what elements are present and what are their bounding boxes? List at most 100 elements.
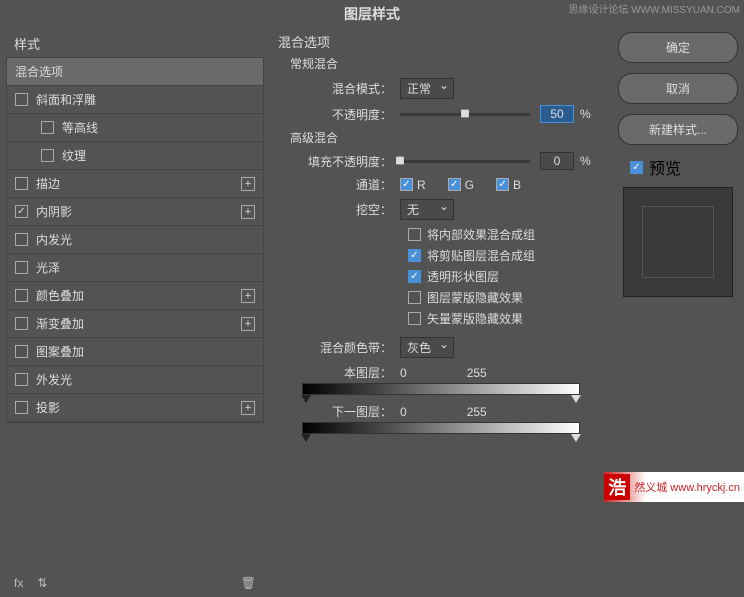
style-checkbox[interactable] [41, 149, 54, 162]
option-label: 图层蒙版隐藏效果 [427, 289, 523, 306]
blend-mode-label: 混合模式： [302, 80, 392, 97]
style-item[interactable]: 图案叠加 [7, 338, 263, 366]
cancel-button[interactable]: 取消 [618, 73, 738, 104]
under-hi: 255 [467, 405, 487, 419]
option-checkbox[interactable] [408, 249, 421, 262]
style-item[interactable]: 光泽 [7, 254, 263, 282]
opacity-thumb[interactable] [457, 105, 473, 121]
option-row: 将剪贴图层混合成组 [408, 247, 604, 264]
channel-g-checkbox[interactable] [448, 178, 461, 191]
this-lo-handle[interactable] [301, 395, 311, 403]
add-effect-icon[interactable]: + [241, 401, 255, 415]
style-item[interactable]: 内阴影 + [7, 198, 263, 226]
preview-row: 预览 [630, 155, 738, 179]
style-checkbox[interactable] [15, 93, 28, 106]
style-checkbox[interactable] [15, 373, 28, 386]
option-row: 透明形状图层 [408, 268, 604, 285]
style-label: 内发光 [36, 231, 72, 248]
style-label: 描边 [36, 175, 60, 192]
adv-blend-title: 高级混合 [290, 129, 604, 146]
add-effect-icon[interactable]: + [241, 177, 255, 191]
buttons-panel: 确定 取消 新建样式... 预览 [618, 30, 738, 597]
new-style-button[interactable]: 新建样式... [618, 114, 738, 145]
style-item[interactable]: 等高线 [7, 114, 263, 142]
style-checkbox[interactable] [15, 317, 28, 330]
section-title: 混合选项 [278, 32, 604, 51]
arrows-icon[interactable]: ⇅ [37, 576, 47, 590]
channel-b-checkbox[interactable] [496, 178, 509, 191]
add-effect-icon[interactable]: + [241, 205, 255, 219]
under-layer-label: 下一图层： [302, 403, 392, 420]
under-layer-row: 下一图层： 0255 [302, 403, 604, 420]
preview-checkbox[interactable] [630, 161, 643, 174]
ok-button[interactable]: 确定 [618, 32, 738, 63]
opacity-slider[interactable] [400, 113, 530, 116]
knockout-row: 挖空： 无 [302, 199, 604, 220]
style-checkbox[interactable] [15, 205, 28, 218]
opacity-label: 不透明度： [302, 106, 392, 123]
option-checkbox[interactable] [408, 228, 421, 241]
channel-g-label: G [465, 178, 474, 192]
opacity-input[interactable]: 50 [540, 105, 574, 123]
options-panel: 混合选项 常规混合 混合模式： 正常 不透明度： 50 % 高级混合 填充不透明… [264, 30, 618, 597]
style-item[interactable]: 外发光 [7, 366, 263, 394]
style-checkbox[interactable] [15, 261, 28, 274]
channels-row: 通道： R G B [302, 176, 604, 193]
this-lo: 0 [400, 366, 407, 380]
style-item[interactable]: 颜色叠加+ [7, 282, 263, 310]
fill-opacity-slider[interactable] [400, 160, 530, 163]
add-effect-icon[interactable]: + [241, 317, 255, 331]
under-layer-gradient[interactable] [302, 422, 580, 434]
option-label: 矢量蒙版隐藏效果 [427, 310, 523, 327]
watermark-top: 思缘设计论坛 WWW.MISSYUAN.COM [568, 1, 740, 16]
fill-opacity-label: 填充不透明度： [302, 153, 392, 170]
option-checkbox[interactable] [408, 270, 421, 283]
style-item[interactable]: 混合选项 [7, 58, 263, 86]
blend-if-label: 混合颜色带： [302, 339, 392, 356]
style-checkbox[interactable] [15, 233, 28, 246]
this-layer-gradient[interactable] [302, 383, 580, 395]
style-item[interactable]: 描边 + [7, 170, 263, 198]
option-checkbox[interactable] [408, 312, 421, 325]
fill-opacity-input[interactable]: 0 [540, 152, 574, 170]
style-checkbox[interactable] [15, 177, 28, 190]
this-hi-handle[interactable] [571, 395, 581, 403]
style-item[interactable]: 渐变叠加+ [7, 310, 263, 338]
blend-mode-row: 混合模式： 正常 [302, 78, 604, 99]
style-checkbox[interactable] [15, 401, 28, 414]
fill-thumb[interactable] [392, 152, 408, 168]
option-row: 将内部效果混合成组 [408, 226, 604, 243]
add-effect-icon[interactable]: + [241, 289, 255, 303]
style-label: 内阴影 [36, 203, 72, 220]
this-hi: 255 [467, 366, 487, 380]
knockout-label: 挖空： [302, 201, 392, 218]
blend-mode-select[interactable]: 正常 [400, 78, 454, 99]
style-item[interactable]: 投影+ [7, 394, 263, 422]
style-label: 斜面和浮雕 [36, 91, 96, 108]
channel-r-checkbox[interactable] [400, 178, 413, 191]
style-checkbox[interactable] [15, 289, 28, 302]
channel-r-label: R [417, 178, 426, 192]
blend-if-row: 混合颜色带： 灰色 [302, 337, 604, 358]
styles-header: 样式 [6, 30, 264, 57]
style-item[interactable]: 内发光 [7, 226, 263, 254]
style-item[interactable]: 斜面和浮雕 [7, 86, 263, 114]
blend-if-select[interactable]: 灰色 [400, 337, 454, 358]
option-checkbox[interactable] [408, 291, 421, 304]
watermark-logo: 浩 [604, 474, 630, 500]
option-row: 图层蒙版隐藏效果 [408, 289, 604, 306]
fill-opacity-row: 填充不透明度： 0 % [302, 152, 604, 170]
style-checkbox[interactable] [41, 121, 54, 134]
under-lo-handle[interactable] [301, 434, 311, 442]
knockout-select[interactable]: 无 [400, 199, 454, 220]
styles-panel: 样式 混合选项斜面和浮雕等高线纹理描边 + 内阴影 + 内发光光泽颜色叠加+渐变叠加+图… [6, 30, 264, 597]
style-checkbox[interactable] [15, 345, 28, 358]
style-list: 混合选项斜面和浮雕等高线纹理描边 + 内阴影 + 内发光光泽颜色叠加+渐变叠加+图案叠加… [6, 57, 264, 423]
fx-icon[interactable]: fx [14, 576, 23, 590]
style-item[interactable]: 纹理 [7, 142, 263, 170]
style-label: 外发光 [36, 371, 72, 388]
under-hi-handle[interactable] [571, 434, 581, 442]
opacity-row: 不透明度： 50 % [302, 105, 604, 123]
styles-footer: fx ⇅ 🗑 [6, 569, 264, 597]
trash-icon[interactable]: 🗑 [241, 576, 256, 590]
